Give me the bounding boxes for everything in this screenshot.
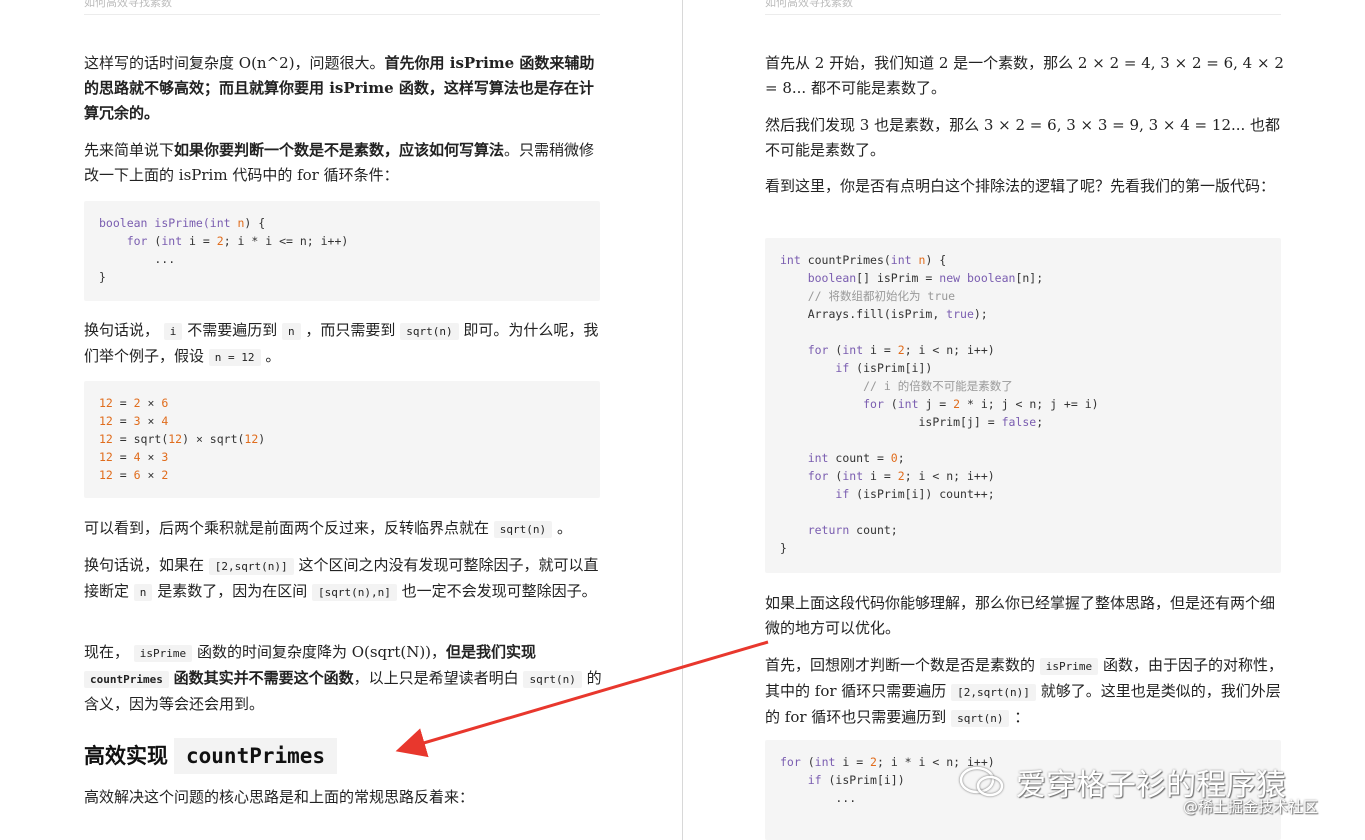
annotation-arrow bbox=[395, 640, 769, 758]
wechat-icon bbox=[959, 766, 1004, 797]
watermark-site: @稀土掘金技术社区 bbox=[1183, 798, 1319, 816]
arrow-line bbox=[395, 640, 769, 758]
